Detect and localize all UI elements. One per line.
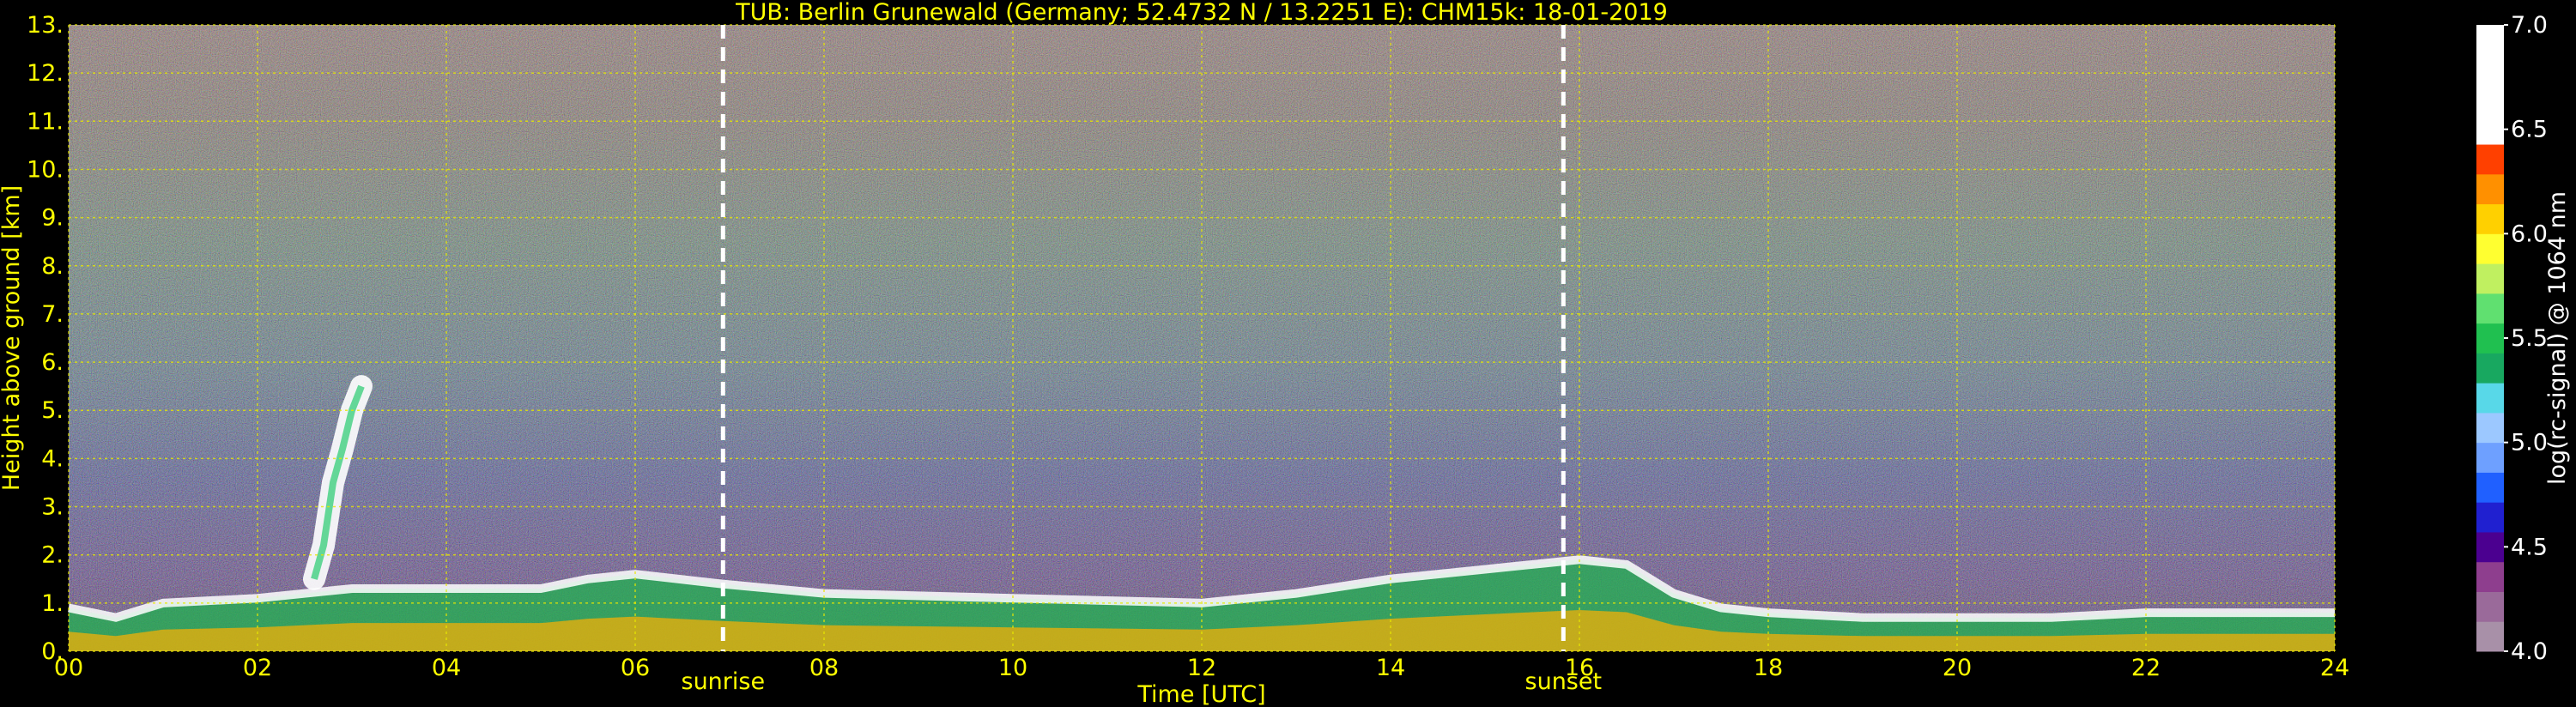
colorbar-swatch (2476, 442, 2504, 473)
colorbar-swatch (2476, 383, 2504, 414)
x-tick-label: 18 (1754, 655, 1783, 681)
y-tick-label: 3. (41, 494, 64, 521)
y-tick-label: 1. (41, 590, 64, 617)
y-tick-label: 9. (41, 205, 64, 232)
colorbar-swatch (2476, 531, 2504, 563)
colorbar-swatch (2476, 353, 2504, 384)
colorbar-swatch (2476, 173, 2504, 205)
y-tick-label: 2. (41, 542, 64, 569)
colorbar: 4.0 4.5 5.0 5.5 6.0 6.5 7.0 log(rc-signal) @ 1… (2476, 12, 2571, 665)
colorbar-swatches (2476, 25, 2504, 652)
x-tick-label: 12 (1187, 655, 1216, 681)
x-tick-label: 08 (809, 655, 839, 681)
colorbar-swatch (2476, 203, 2504, 234)
x-tick-label: 24 (2320, 655, 2349, 681)
colorbar-tick-label: 6.0 (2511, 221, 2548, 247)
sun-event-label: sunset (1525, 668, 1603, 695)
x-tick-label: 14 (1376, 655, 1405, 681)
colorbar-swatch (2476, 561, 2504, 592)
colorbar-swatch (2476, 25, 2504, 145)
colorbar-swatch (2476, 502, 2504, 533)
y-tick-labels: 0. 1. 2. 3. 4. 5. 6. 7. 8. 9. 10. 11. 12. 13. (27, 12, 64, 665)
colorbar-swatch (2476, 293, 2504, 324)
x-tick-label: 22 (2131, 655, 2161, 681)
y-tick-label: 0. (41, 638, 64, 665)
colorbar-tick-label: 4.0 (2511, 638, 2548, 665)
y-tick-label: 10. (27, 156, 64, 183)
y-tick-label: 12. (27, 60, 64, 87)
colorbar-tick-labels: 4.0 4.5 5.0 5.5 6.0 6.5 7.0 (2504, 12, 2548, 665)
colorbar-swatch (2476, 412, 2504, 444)
colorbar-swatch (2476, 472, 2504, 503)
x-tick-label: 04 (432, 655, 461, 681)
y-tick-label: 11. (27, 108, 64, 135)
x-tick-label: 06 (621, 655, 650, 681)
y-tick-label: 8. (41, 253, 64, 280)
x-tick-labels: 00 02 04 06 08 10 12 14 16 18 20 22 24 (54, 655, 2349, 681)
colorbar-swatch (2476, 323, 2504, 354)
colorbar-label: log(rc-signal) @ 1064 nm (2544, 191, 2571, 485)
colorbar-tick-label: 6.5 (2511, 117, 2548, 143)
chart-title: TUB: Berlin Grunewald (Germany; 52.4732 … (735, 0, 1668, 26)
plot-area (67, 24, 2336, 652)
y-tick-label: 13. (27, 12, 64, 39)
x-tick-label: 10 (998, 655, 1027, 681)
colorbar-swatch (2476, 233, 2504, 264)
x-tick-label: 20 (1943, 655, 1972, 681)
sun-event-label: sunrise (682, 668, 766, 695)
colorbar-tick-label: 5.0 (2511, 430, 2548, 456)
colorbar-tick-label: 4.5 (2511, 534, 2548, 560)
colorbar-tick-label: 5.5 (2511, 325, 2548, 352)
y-axis-label: Height above ground [km] (0, 185, 25, 491)
colorbar-swatch (2476, 263, 2504, 294)
colorbar-tick-label: 7.0 (2511, 12, 2548, 39)
colorbar-swatch (2476, 144, 2504, 175)
colorbar-swatch (2476, 621, 2504, 652)
x-tick-label: 02 (243, 655, 272, 681)
y-tick-label: 5. (41, 397, 64, 424)
y-tick-label: 7. (41, 301, 64, 328)
y-tick-label: 6. (41, 349, 64, 376)
y-tick-label: 4. (41, 445, 64, 472)
x-axis-label: Time [UTC] (1136, 681, 1265, 707)
ceilometer-chart: TUB: Berlin Grunewald (Germany; 52.4732 … (0, 0, 2571, 707)
colorbar-swatch (2476, 591, 2504, 622)
